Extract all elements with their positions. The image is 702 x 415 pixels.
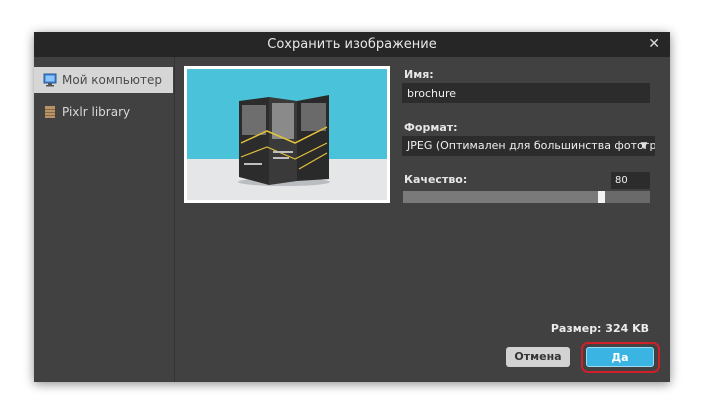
save-image-dialog: Сохранить изображение ✕ Мой компьютер Pi… (34, 32, 670, 382)
sidebar-item-pixlr-library[interactable]: Pixlr library (34, 99, 173, 125)
ok-button[interactable]: Да (586, 347, 654, 367)
format-label: Формат: (404, 121, 458, 134)
cancel-button[interactable]: Отмена (506, 347, 570, 367)
chevron-down-icon[interactable]: ▼ (637, 136, 651, 156)
quality-label: Качество: (404, 173, 468, 186)
dialog-title: Сохранить изображение (267, 37, 437, 52)
name-input[interactable] (402, 83, 650, 103)
image-preview (184, 66, 390, 203)
file-size-text: Размер: 324 KB (550, 322, 649, 335)
monitor-icon (43, 73, 57, 87)
preview-image (187, 69, 387, 200)
quality-input[interactable]: 80 (611, 172, 650, 189)
sidebar-item-label: Мой компьютер (62, 73, 162, 87)
dialog-titlebar: Сохранить изображение ✕ (34, 32, 670, 57)
format-select[interactable]: JPEG (Оптимален для большинства фотограф… (402, 136, 655, 156)
quality-slider-thumb[interactable] (597, 191, 605, 203)
sidebar: Мой компьютер Pixlr library (34, 57, 175, 382)
close-icon[interactable]: ✕ (648, 32, 660, 57)
name-label: Имя: (404, 68, 434, 81)
library-icon (45, 106, 55, 118)
quality-slider-fill (403, 191, 601, 203)
quality-slider[interactable] (403, 191, 650, 203)
sidebar-item-my-computer[interactable]: Мой компьютер (34, 67, 173, 93)
sidebar-item-label: Pixlr library (62, 105, 131, 119)
